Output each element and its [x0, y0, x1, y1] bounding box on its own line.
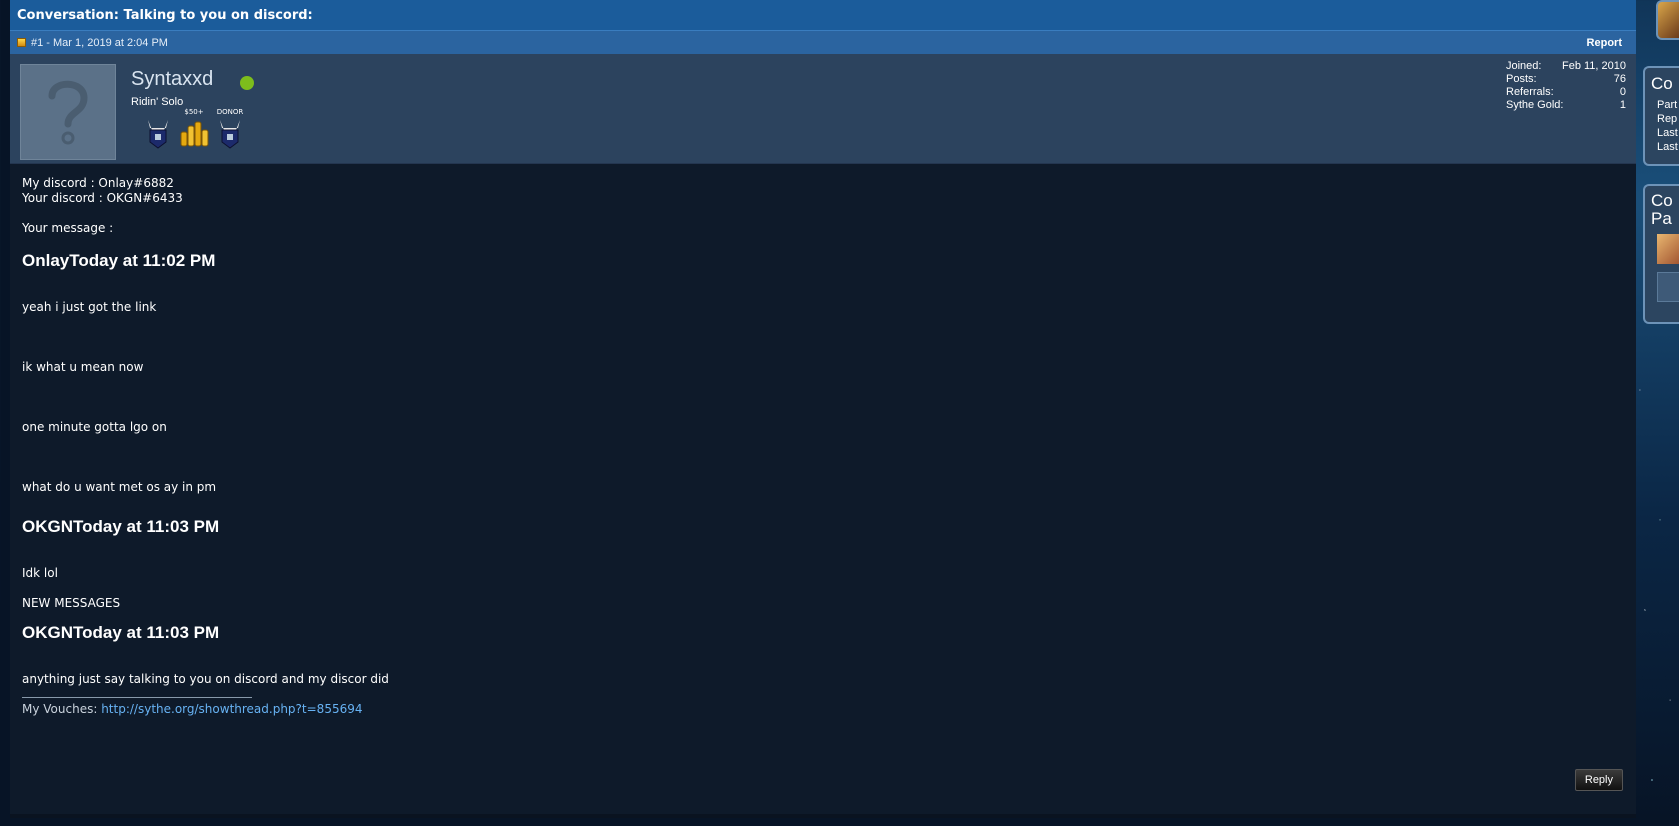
badge-caption: $50+ — [184, 108, 204, 116]
sidebar-heading: Co — [1651, 191, 1673, 210]
conversation-title: Conversation: Talking to you on discord: — [10, 0, 1636, 31]
message-line: one minute gotta lgo on — [22, 420, 167, 434]
question-mark-icon — [48, 80, 88, 145]
user-badges: $50+ DONOR — [144, 108, 244, 149]
post-icon — [17, 38, 26, 47]
post: Conversation: Talking to you on discord:… — [10, 0, 1636, 818]
message-body: My discord : Onlay#6882 Your discord : O… — [10, 164, 1636, 716]
vouches-link[interactable]: http://sythe.org/showthread.php?t=855694 — [101, 702, 362, 716]
message-heading: OKGNToday at 11:03 PM — [22, 517, 220, 536]
sidebar-heading: Co — [1651, 74, 1673, 93]
sidebar-box-participants: Co Pa — [1643, 184, 1679, 324]
sidebar-avatar-top[interactable] — [1656, 0, 1679, 40]
badge: $50+ — [180, 108, 209, 148]
post-meta-bar: #1 - Mar 1, 2019 at 2:04 PM Report — [10, 31, 1636, 54]
message-line: what do u want met os ay in pm — [22, 480, 217, 494]
participant-avatar[interactable] — [1657, 234, 1679, 264]
stat-joined: Joined: Feb 11, 2010 — [1506, 60, 1626, 72]
stat-referrals: Referrals: 0 — [1506, 86, 1626, 98]
user-stats: Joined: Feb 11, 2010 Posts: 76 Referrals… — [1506, 60, 1626, 112]
avatar[interactable] — [20, 64, 116, 160]
horned-helmet-icon — [220, 120, 240, 149]
signature-divider — [22, 697, 252, 698]
online-status-icon — [240, 76, 254, 90]
message-line: Idk lol — [22, 566, 58, 580]
participant-avatar[interactable] — [1657, 272, 1679, 302]
message-line: Your discord : OKGN#6433 — [22, 191, 183, 205]
reply-button[interactable]: Reply — [1574, 769, 1623, 791]
user-title: Ridin' Solo — [131, 96, 184, 108]
gold-coins-icon — [180, 121, 209, 147]
message-line: yeah i just got the link — [22, 300, 157, 314]
sidebar-item: Part — [1657, 99, 1678, 111]
user-info-bar: Syntaxxd Ridin' Solo $50+ DONOR Joined: … — [10, 54, 1636, 164]
sidebar-item: Rep — [1657, 113, 1678, 125]
message-line: My discord : Onlay#6882 — [22, 176, 174, 190]
badge: DONOR — [216, 108, 244, 149]
stat-posts: Posts: 76 — [1506, 73, 1626, 85]
sidebar-heading: Pa — [1651, 209, 1672, 228]
stat-gold: Sythe Gold: 1 — [1506, 99, 1626, 111]
message-line: anything just say talking to you on disc… — [22, 672, 389, 686]
sidebar-box-info: Co Part Rep Last Last — [1643, 66, 1679, 166]
message-heading: OKGNToday at 11:03 PM — [22, 623, 220, 642]
username[interactable]: Syntaxxd — [131, 68, 213, 91]
message-heading: OnlayToday at 11:02 PM — [22, 251, 216, 270]
horned-helmet-icon — [148, 120, 168, 149]
signature: My Vouches: http://sythe.org/showthread.… — [22, 702, 1624, 716]
sidebar-item: Last — [1657, 141, 1678, 153]
badge — [144, 108, 172, 149]
message-line: NEW MESSAGES — [22, 596, 121, 610]
badge-caption: DONOR — [216, 108, 244, 116]
message-line: ik what u mean now — [22, 360, 144, 374]
report-link[interactable]: Report — [1587, 37, 1622, 49]
post-meta: #1 - Mar 1, 2019 at 2:04 PM — [17, 37, 168, 49]
post-meta-text[interactable]: #1 - Mar 1, 2019 at 2:04 PM — [31, 37, 168, 49]
signature-prefix: My Vouches: — [22, 702, 98, 716]
message-line: Your message : — [22, 221, 114, 235]
sidebar-item: Last — [1657, 127, 1678, 139]
